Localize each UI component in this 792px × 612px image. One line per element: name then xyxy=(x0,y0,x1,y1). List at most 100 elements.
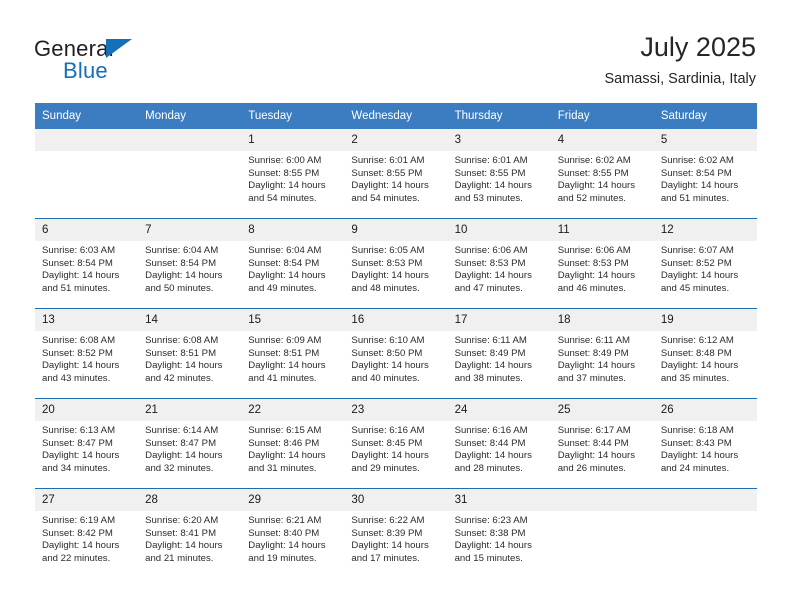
sunset-text: Sunset: 8:43 PM xyxy=(660,437,732,449)
calendar-day-cell[interactable]: 7 Sunrise: 6:04 AM Sunset: 8:54 PM Daylight… xyxy=(138,218,242,309)
daylight-text-line2: and 46 minutes. xyxy=(557,282,626,294)
daylight-text-line2: and 51 minutes. xyxy=(42,282,111,294)
day-number xyxy=(138,129,242,151)
calendar-day-cell[interactable]: 1 Sunrise: 6:00 AM Sunset: 8:55 PM Daylight… xyxy=(241,129,345,219)
calendar-day-cell[interactable]: 14 Sunrise: 6:08 AM Sunset: 8:51 PM Dayligh… xyxy=(138,308,242,399)
daylight-text-line2: and 54 minutes. xyxy=(351,192,420,204)
calendar-day-cell[interactable]: 21 Sunrise: 6:14 AM Sunset: 8:47 PM Dayligh… xyxy=(138,398,242,489)
general-blue-logo[interactable]: General Blue xyxy=(34,36,274,90)
sunset-text: Sunset: 8:55 PM xyxy=(557,167,629,179)
calendar-day-cell[interactable]: 29 Sunrise: 6:21 AM Sunset: 8:40 PM Dayligh… xyxy=(241,488,345,578)
day-number: 17 xyxy=(447,309,551,331)
sunrise-text: Sunrise: 6:10 AM xyxy=(351,335,425,346)
calendar-day-cell[interactable]: 2 Sunrise: 6:01 AM Sunset: 8:55 PM Daylight… xyxy=(344,129,448,219)
sunset-text: Sunset: 8:52 PM xyxy=(42,347,113,359)
daylight-text-line1: Daylight: 14 hours xyxy=(454,360,532,372)
daylight-text-line2: and 38 minutes. xyxy=(454,372,523,384)
day-details: Sunrise: 6:16 AM Sunset: 8:44 PM Daylight:… xyxy=(448,421,551,475)
calendar-day-cell[interactable]: 25 Sunrise: 6:17 AM Sunset: 8:44 PM Dayligh… xyxy=(550,398,654,489)
day-number: 23 xyxy=(344,399,448,421)
sunset-text: Sunset: 8:51 PM xyxy=(145,347,217,359)
calendar-day-cell[interactable]: 4 Sunrise: 6:02 AM Sunset: 8:55 PM Daylight… xyxy=(550,129,654,219)
daylight-text-line1: Daylight: 14 hours xyxy=(145,540,223,552)
day-number: 20 xyxy=(35,399,139,421)
daylight-text-line2: and 29 minutes. xyxy=(351,462,420,474)
day-details: Sunrise: 6:04 AM Sunset: 8:54 PM Daylight:… xyxy=(241,241,344,295)
calendar-day-cell[interactable]: 11 Sunrise: 6:06 AM Sunset: 8:53 PM Dayligh… xyxy=(550,218,654,309)
calendar-day-cell[interactable]: 3 Sunrise: 6:01 AM Sunset: 8:55 PM Daylight… xyxy=(447,129,551,219)
calendar-day-cell[interactable]: 23 Sunrise: 6:16 AM Sunset: 8:45 PM Dayligh… xyxy=(344,398,448,489)
calendar-day-cell[interactable]: 20 Sunrise: 6:13 AM Sunset: 8:47 PM Dayligh… xyxy=(35,398,139,489)
calendar-day-cell[interactable]: 5 Sunrise: 6:02 AM Sunset: 8:54 PM Daylight… xyxy=(653,129,757,219)
calendar-day-cell[interactable]: 28 Sunrise: 6:20 AM Sunset: 8:41 PM Dayligh… xyxy=(138,488,242,578)
sunset-text: Sunset: 8:42 PM xyxy=(42,527,113,539)
daylight-text-line1: Daylight: 14 hours xyxy=(248,180,326,192)
calendar-day-cell[interactable]: 10 Sunrise: 6:06 AM Sunset: 8:53 PM Dayligh… xyxy=(447,218,551,309)
daylight-text-line2: and 52 minutes. xyxy=(557,192,626,204)
calendar-day-cell[interactable]: 13 Sunrise: 6:08 AM Sunset: 8:52 PM Dayligh… xyxy=(35,308,139,399)
calendar-week-row: 20 Sunrise: 6:13 AM Sunset: 8:47 PM Dayligh… xyxy=(35,398,757,489)
sunrise-text: Sunrise: 6:13 AM xyxy=(42,425,116,436)
sunset-text: Sunset: 8:39 PM xyxy=(351,527,423,539)
sunrise-text: Sunrise: 6:00 AM xyxy=(248,155,322,166)
calendar-day-cell[interactable]: 18 Sunrise: 6:11 AM Sunset: 8:49 PM Dayligh… xyxy=(550,308,654,399)
sunrise-text: Sunrise: 6:05 AM xyxy=(351,245,425,256)
daylight-text-line2: and 21 minutes. xyxy=(145,552,214,564)
calendar-day-cell[interactable]: 6 Sunrise: 6:03 AM Sunset: 8:54 PM Daylight… xyxy=(35,218,139,309)
calendar-day-cell[interactable]: 17 Sunrise: 6:11 AM Sunset: 8:49 PM Dayligh… xyxy=(447,308,551,399)
calendar-day-cell[interactable]: 24 Sunrise: 6:16 AM Sunset: 8:44 PM Dayligh… xyxy=(447,398,551,489)
daylight-text-line1: Daylight: 14 hours xyxy=(248,450,326,462)
sunrise-text: Sunrise: 6:06 AM xyxy=(454,245,528,256)
day-number: 24 xyxy=(447,399,551,421)
daylight-text-line2: and 49 minutes. xyxy=(248,282,317,294)
day-details: Sunrise: 6:01 AM Sunset: 8:55 PM Daylight:… xyxy=(448,151,551,205)
calendar-day-cell[interactable]: 12 Sunrise: 6:07 AM Sunset: 8:52 PM Dayligh… xyxy=(653,218,757,309)
daylight-text-line1: Daylight: 14 hours xyxy=(660,450,739,462)
weekday-header-tuesday: Tuesday xyxy=(241,103,345,129)
day-number: 26 xyxy=(653,399,757,421)
day-details: Sunrise: 6:11 AM Sunset: 8:49 PM Daylight:… xyxy=(448,331,551,385)
sunrise-text: Sunrise: 6:18 AM xyxy=(660,425,734,436)
calendar-day-cell[interactable]: 15 Sunrise: 6:09 AM Sunset: 8:51 PM Dayligh… xyxy=(241,308,345,399)
day-details: Sunrise: 6:20 AM Sunset: 8:41 PM Daylight:… xyxy=(138,511,241,565)
sunset-text: Sunset: 8:44 PM xyxy=(454,437,526,449)
daylight-text-line1: Daylight: 14 hours xyxy=(351,180,429,192)
logo-triangle-icon xyxy=(106,39,132,58)
calendar-day-cell[interactable]: 27 Sunrise: 6:19 AM Sunset: 8:42 PM Dayligh… xyxy=(35,488,139,578)
day-details: Sunrise: 6:02 AM Sunset: 8:55 PM Daylight:… xyxy=(551,151,654,205)
sunset-text: Sunset: 8:54 PM xyxy=(660,167,732,179)
calendar-page: General Blue July 2025 Samassi, Sardinia… xyxy=(0,0,792,612)
calendar-table: Sunday Monday Tuesday Wednesday Thursday Frid… xyxy=(35,103,757,578)
day-details: Sunrise: 6:19 AM Sunset: 8:42 PM Daylight:… xyxy=(35,511,138,565)
sunrise-text: Sunrise: 6:20 AM xyxy=(145,515,219,526)
sunset-text: Sunset: 8:49 PM xyxy=(454,347,526,359)
sunrise-text: Sunrise: 6:11 AM xyxy=(454,335,527,346)
day-details: Sunrise: 6:05 AM Sunset: 8:53 PM Daylight:… xyxy=(344,241,447,295)
sunset-text: Sunset: 8:55 PM xyxy=(454,167,526,179)
sunset-text: Sunset: 8:51 PM xyxy=(248,347,320,359)
day-number: 10 xyxy=(447,219,551,241)
day-details: Sunrise: 6:10 AM Sunset: 8:50 PM Daylight:… xyxy=(344,331,447,385)
sunrise-text: Sunrise: 6:03 AM xyxy=(42,245,116,256)
page-header: General Blue July 2025 Samassi, Sardinia… xyxy=(0,0,792,100)
calendar-day-cell[interactable]: 30 Sunrise: 6:22 AM Sunset: 8:39 PM Dayligh… xyxy=(344,488,448,578)
daylight-text-line2: and 54 minutes. xyxy=(248,192,317,204)
day-number: 5 xyxy=(653,129,757,151)
calendar-week-row: 6 Sunrise: 6:03 AM Sunset: 8:54 PM Daylight… xyxy=(35,218,757,309)
sunrise-text: Sunrise: 6:14 AM xyxy=(145,425,219,436)
weekday-header-thursday: Thursday xyxy=(447,103,551,129)
daylight-text-line1: Daylight: 14 hours xyxy=(557,360,636,372)
calendar-day-cell[interactable]: 16 Sunrise: 6:10 AM Sunset: 8:50 PM Dayligh… xyxy=(344,308,448,399)
sunrise-text: Sunrise: 6:16 AM xyxy=(351,425,425,436)
daylight-text-line1: Daylight: 14 hours xyxy=(557,450,636,462)
sunrise-text: Sunrise: 6:04 AM xyxy=(145,245,219,256)
calendar-day-cell[interactable]: 8 Sunrise: 6:04 AM Sunset: 8:54 PM Daylight… xyxy=(241,218,345,309)
calendar-day-cell[interactable]: 19 Sunrise: 6:12 AM Sunset: 8:48 PM Dayligh… xyxy=(653,308,757,399)
sunrise-text: Sunrise: 6:23 AM xyxy=(454,515,528,526)
calendar-day-cell[interactable]: 9 Sunrise: 6:05 AM Sunset: 8:53 PM Daylight… xyxy=(344,218,448,309)
calendar-day-cell[interactable]: 22 Sunrise: 6:15 AM Sunset: 8:46 PM Dayligh… xyxy=(241,398,345,489)
calendar-day-cell[interactable]: 31 Sunrise: 6:23 AM Sunset: 8:38 PM Dayligh… xyxy=(447,488,551,578)
sunrise-text: Sunrise: 6:15 AM xyxy=(248,425,322,436)
sunrise-text: Sunrise: 6:12 AM xyxy=(660,335,734,346)
calendar-day-cell[interactable]: 26 Sunrise: 6:18 AM Sunset: 8:43 PM Dayligh… xyxy=(653,398,757,489)
